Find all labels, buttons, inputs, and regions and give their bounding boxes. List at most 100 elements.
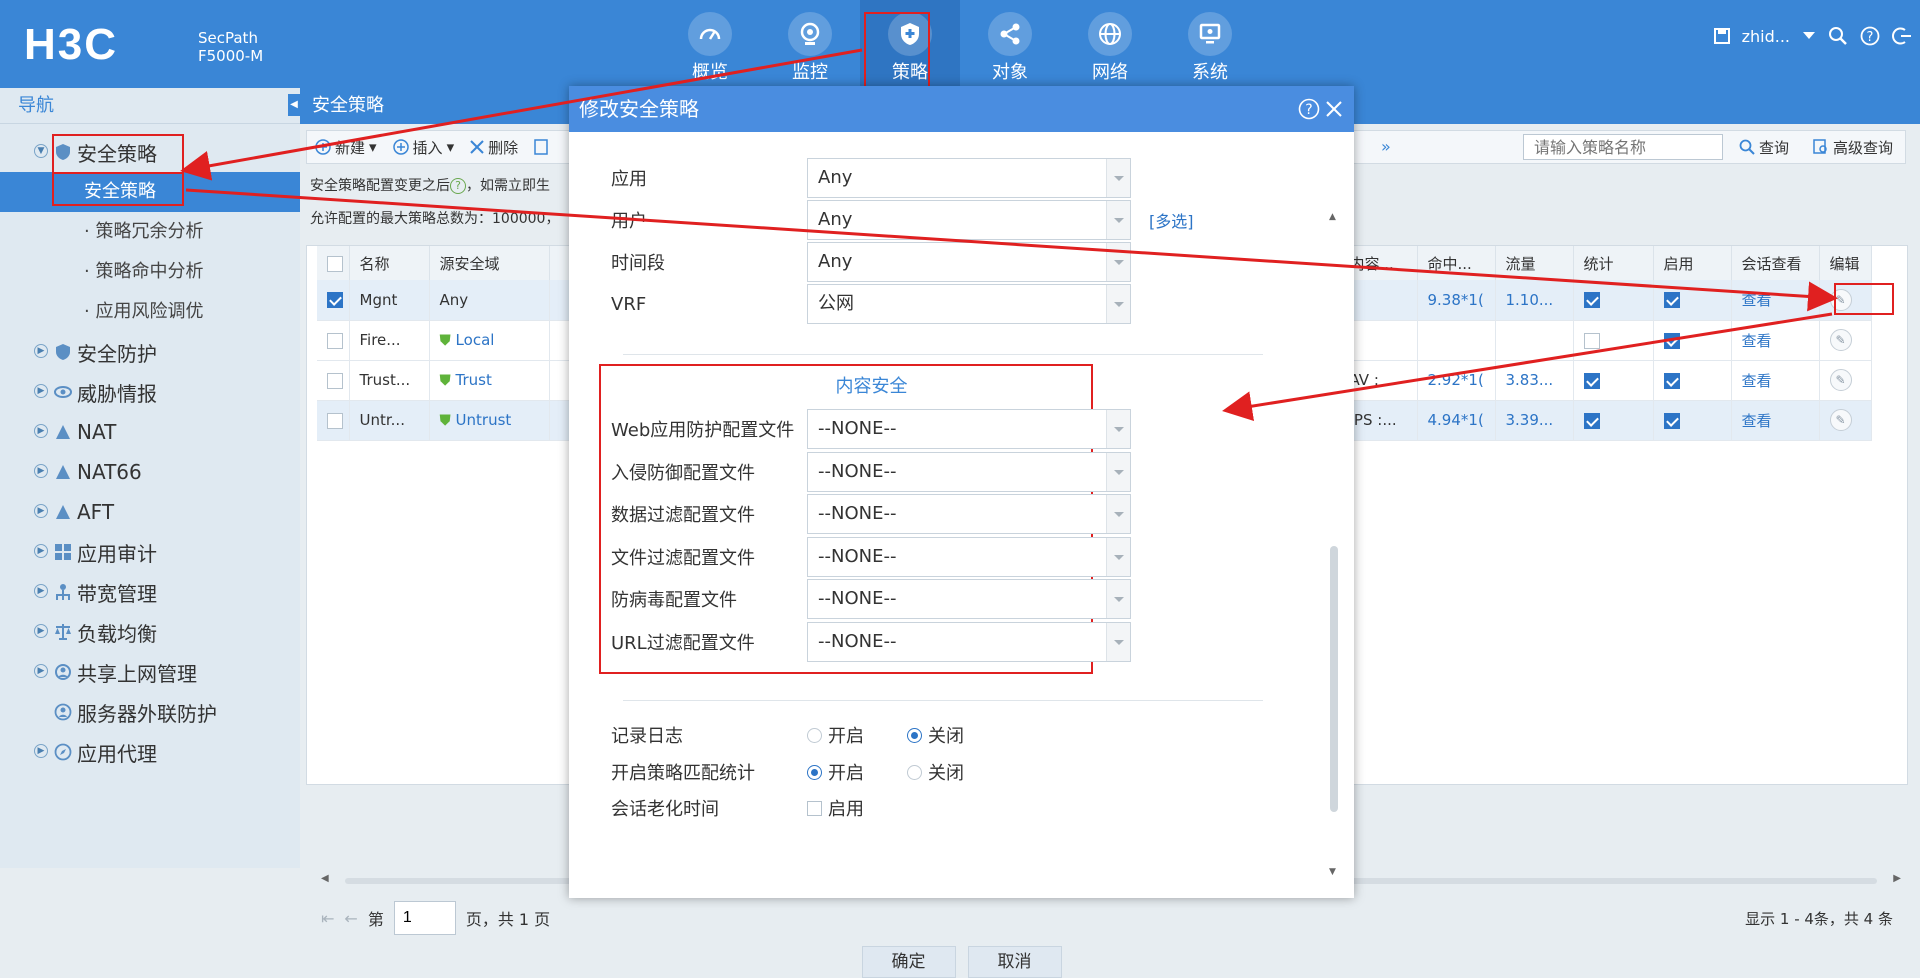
nav-monitor[interactable]: 监控 [760, 0, 860, 88]
sidebar-item-app-audit[interactable]: ▶ 应用审计 [0, 532, 300, 572]
session-view-link[interactable]: 查看 [1731, 280, 1820, 321]
sidebar-subitem-risk-tuning[interactable]: · 应用风险调优 [0, 292, 300, 332]
policy-search-input[interactable] [1522, 134, 1723, 160]
user-select[interactable]: Any [807, 200, 1131, 240]
save-icon[interactable] [1713, 28, 1730, 44]
user-name[interactable]: zhid... [1742, 27, 1790, 46]
session-view-link[interactable]: 查看 [1731, 320, 1820, 361]
expand-icon[interactable]: ▶ [34, 384, 48, 398]
antivirus-profile-select[interactable]: --NONE-- [807, 579, 1131, 619]
expand-icon[interactable]: ▶ [34, 584, 48, 598]
sidebar-item-load-balance[interactable]: ▶ 负载均衡 [0, 612, 300, 652]
stat-checkbox[interactable] [1583, 332, 1600, 349]
url-filter-profile-select[interactable]: --NONE-- [807, 622, 1131, 662]
column-session-view[interactable]: 会话查看 [1731, 246, 1820, 280]
application-select[interactable]: Any [807, 158, 1131, 198]
column-stat[interactable]: 统计 [1573, 246, 1654, 280]
edit-icon[interactable]: ✎ [1829, 329, 1852, 351]
multi-select-link[interactable]: [多选] [1149, 208, 1194, 232]
file-filter-profile-select[interactable]: --NONE-- [807, 537, 1131, 577]
log-off-radio[interactable]: 关闭 [907, 722, 1007, 748]
sidebar-item-shared-access[interactable]: ▶ 共享上网管理 [0, 652, 300, 692]
row-hits[interactable]: 2.92*1( [1417, 360, 1496, 401]
expand-icon[interactable]: ▶ [34, 344, 48, 358]
help-icon[interactable]: ? [450, 178, 466, 194]
logout-icon[interactable] [1892, 26, 1912, 46]
sidebar-item-protection[interactable]: ▶ 安全防护 [0, 332, 300, 372]
expand-icon[interactable]: ▶ [34, 544, 48, 558]
nav-overview[interactable]: 概览 [660, 0, 760, 88]
sidebar-subitem-redundancy[interactable]: · 策略冗余分析 [0, 212, 300, 252]
row-checkbox[interactable] [327, 412, 343, 429]
close-icon[interactable] [1324, 99, 1344, 119]
help-icon[interactable]: ? [1298, 98, 1320, 120]
prev-page-icon[interactable]: ← [344, 909, 357, 928]
ok-button[interactable]: 确定 [861, 946, 956, 978]
enable-checkbox[interactable] [1663, 292, 1680, 309]
sidebar-item-nat[interactable]: ▶ NAT [0, 412, 300, 452]
nav-network[interactable]: 网络 [1060, 0, 1160, 88]
data-filter-profile-select[interactable]: --NONE-- [807, 494, 1131, 534]
expand-icon[interactable]: ▶ [34, 424, 48, 438]
column-traffic[interactable]: 流量 [1495, 246, 1574, 280]
edit-icon[interactable]: ✎ [1829, 369, 1852, 391]
dialog-scrollbar[interactable]: ▲ ▼ [1326, 212, 1340, 877]
row-traffic[interactable] [1495, 320, 1574, 361]
collapse-nav-button[interactable]: ◀ [288, 94, 300, 116]
stat-checkbox[interactable] [1583, 292, 1600, 309]
aging-enable-checkbox[interactable]: 启用 [807, 795, 907, 821]
query-button[interactable]: 查询 [1731, 137, 1797, 158]
sidebar-item-bandwidth[interactable]: ▶ 带宽管理 [0, 572, 300, 612]
stat-off-radio[interactable]: 关闭 [907, 759, 1007, 785]
column-edit[interactable]: 编辑 [1819, 246, 1872, 280]
row-hits[interactable]: 4.94*1( [1417, 400, 1496, 441]
waf-profile-select[interactable]: --NONE-- [807, 409, 1131, 449]
log-on-radio[interactable]: 开启 [807, 722, 907, 748]
row-hits[interactable]: 9.38*1( [1417, 280, 1496, 321]
copy-icon[interactable] [526, 139, 556, 155]
time-range-select[interactable]: Any [807, 242, 1131, 282]
row-traffic[interactable]: 3.39... [1495, 400, 1574, 441]
stat-on-radio[interactable]: 开启 [807, 759, 907, 785]
sidebar-item-server-outbound[interactable]: 服务器外联防护 [0, 692, 300, 732]
column-name[interactable]: 名称 [349, 246, 430, 280]
column-hits[interactable]: 命中... [1417, 246, 1496, 280]
search-icon[interactable] [1828, 26, 1848, 46]
chevron-down-icon[interactable] [1802, 31, 1816, 41]
stat-checkbox[interactable] [1583, 372, 1600, 389]
insert-button[interactable]: 插入 ▾ [385, 137, 463, 158]
collapse-icon[interactable]: ▼ [34, 144, 48, 158]
column-enabled[interactable]: 启用 [1653, 246, 1732, 280]
column-src-zone[interactable]: 源安全域 [429, 246, 550, 280]
row-hits[interactable] [1417, 320, 1496, 361]
session-view-link[interactable]: 查看 [1731, 360, 1820, 401]
vrf-select[interactable]: 公网 [807, 284, 1131, 324]
expand-icon[interactable]: ▶ [34, 664, 48, 678]
expand-icon[interactable]: ▶ [34, 464, 48, 478]
page-number-input[interactable] [393, 901, 456, 935]
sidebar-item-app-proxy[interactable]: ▶ 应用代理 [0, 732, 300, 772]
expand-icon[interactable]: ▶ [34, 504, 48, 518]
enable-checkbox[interactable] [1663, 372, 1680, 389]
help-icon[interactable]: ? [1860, 26, 1880, 46]
expand-icon[interactable]: ▶ [34, 744, 48, 758]
expand-icon[interactable]: ▶ [34, 624, 48, 638]
cancel-button[interactable]: 取消 [967, 946, 1062, 978]
enable-checkbox[interactable] [1663, 412, 1680, 429]
first-page-icon[interactable]: ⇤ [321, 909, 334, 928]
advanced-query-button[interactable]: 高级查询 [1805, 137, 1901, 158]
stat-checkbox[interactable] [1583, 412, 1600, 429]
new-button[interactable]: 新建 ▾ [307, 137, 385, 158]
row-checkbox[interactable] [327, 372, 343, 389]
row-checkbox[interactable] [327, 292, 343, 309]
select-all-checkbox[interactable] [327, 255, 343, 272]
ips-profile-select[interactable]: --NONE-- [807, 452, 1131, 492]
edit-icon[interactable]: ✎ [1829, 409, 1852, 431]
row-traffic[interactable]: 3.83... [1495, 360, 1574, 401]
sidebar-item-nat66[interactable]: ▶ NAT66 [0, 452, 300, 492]
session-view-link[interactable]: 查看 [1731, 400, 1820, 441]
sidebar-item-aft[interactable]: ▶ AFT [0, 492, 300, 532]
row-traffic[interactable]: 1.10... [1495, 280, 1574, 321]
enable-checkbox[interactable] [1663, 332, 1680, 349]
sidebar-item-threat-intel[interactable]: ▶ 威胁情报 [0, 372, 300, 412]
